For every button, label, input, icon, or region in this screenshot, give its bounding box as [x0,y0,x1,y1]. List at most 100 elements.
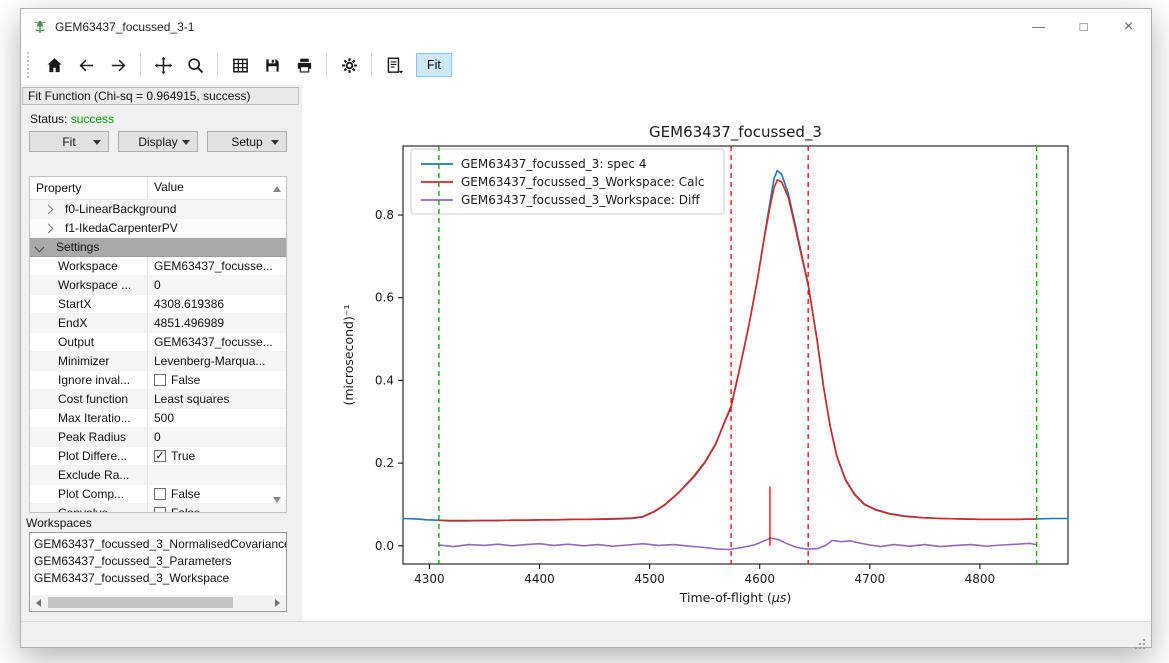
property-value: 4308.619386 [154,297,224,311]
save-button[interactable] [257,50,287,80]
property-name: Max Iteratio... [30,411,147,425]
plot-panel: 4300440045004600470048000.00.20.40.60.8G… [302,85,1151,622]
property-row[interactable]: Plot Comp...False [30,485,286,504]
back-arrow-button[interactable] [71,50,101,80]
property-value-cell: False [147,504,286,513]
print-icon [295,56,314,75]
x-tick-label: 4600 [744,572,775,586]
scroll-up-icon[interactable] [273,186,281,192]
workspace-list-item[interactable]: GEM63437_focussed_3_Parameters [30,553,286,570]
series-line-0 [403,170,1068,521]
property-row[interactable]: Convolve ...False [30,504,286,513]
fit-window: GEM63437_focussed_3-1 — □ × Fit Fit Func… [20,8,1152,648]
titlebar[interactable]: GEM63437_focussed_3-1 — □ × [21,9,1151,45]
workspaces-list: GEM63437_focussed_3_NormalisedCovariance… [29,532,287,612]
property-value: 4851.496989 [154,316,224,330]
settings-gear-icon [340,56,359,75]
checkbox-checked-icon[interactable]: ✓ [154,450,166,462]
dropdown-label: Fit [62,135,75,149]
property-name: Workspace ... [30,278,147,292]
property-row[interactable]: Ignore inval... False [30,371,286,390]
resize-grip-icon[interactable] [1143,639,1145,641]
workspaces-hscrollbar[interactable] [31,595,285,610]
workspaces-label: Workspaces [26,516,92,530]
function-row[interactable]: f0-LinearBackground [30,200,286,219]
mantid-logo-icon [31,18,49,36]
minimize-button[interactable]: — [1016,9,1061,45]
function-name: f1-IkedaCarpenterPV [59,221,178,235]
property-row[interactable]: WorkspaceGEM63437_focusse... [30,257,286,276]
settings-section-row[interactable]: Settings [30,238,286,257]
property-row[interactable]: Cost functionLeast squares [30,390,286,409]
display-dropdown-button[interactable]: Display [118,131,198,152]
workspace-list-item[interactable]: GEM63437_focussed_3_NormalisedCovariance… [30,536,286,553]
home-button[interactable] [39,50,69,80]
property-value-cell: ✓True [147,447,286,465]
chevron-right-icon[interactable] [44,223,54,233]
settings-gear-button[interactable] [334,50,364,80]
property-table-scrollbar[interactable] [270,178,285,511]
property-value: False [171,487,200,501]
grid-button[interactable] [225,50,255,80]
scroll-left-icon[interactable] [36,599,41,607]
checkbox-unchecked-icon[interactable] [154,374,166,386]
property-row[interactable]: OutputGEM63437_focusse... [30,333,286,352]
toolbar-grip[interactable] [27,52,34,78]
property-row[interactable]: MinimizerLevenberg-Marqua... [30,352,286,371]
x-tick-label: 4500 [634,572,665,586]
fit-plot-canvas[interactable]: 4300440045004600470048000.00.20.40.60.8G… [302,85,1153,624]
setup-dropdown-button[interactable]: Setup [207,131,287,152]
property-name: Exclude Ra... [30,468,147,482]
property-row[interactable]: StartX4308.619386 [30,295,286,314]
workspace-list-item[interactable]: GEM63437_focussed_3_Workspace [30,570,286,587]
fit-toggle-button[interactable]: Fit [416,53,452,77]
scroll-down-icon[interactable] [273,497,281,503]
value-column-header: Value [147,177,286,199]
property-row[interactable]: EndX4851.496989 [30,314,286,333]
chevron-right-icon[interactable] [44,204,54,214]
property-value: Levenberg-Marqua... [154,354,265,368]
property-name: Workspace [30,259,147,273]
hscroll-thumb[interactable] [48,597,233,608]
toolbar-separator [326,53,327,77]
main-area: Fit Function (Chi-sq = 0.964915, success… [21,85,1151,622]
property-value: Least squares [154,392,229,406]
property-row[interactable]: Max Iteratio...500 [30,409,286,428]
toolbar-separator [217,53,218,77]
close-button[interactable]: × [1106,9,1151,45]
scroll-right-icon[interactable] [275,599,280,607]
series-line-1 [439,180,1037,521]
property-value-cell: 500 [147,409,286,427]
status-label: Status: [30,112,67,126]
zoom-button[interactable] [180,50,210,80]
generate-script-button[interactable] [379,50,409,80]
function-name: f0-LinearBackground [59,202,176,216]
property-row[interactable]: Workspace ...0 [30,276,286,295]
fit-function-dock: Fit Function (Chi-sq = 0.964915, success… [21,85,302,622]
forward-arrow-button[interactable] [103,50,133,80]
checkbox-unchecked-icon[interactable] [154,488,166,500]
dropdown-caret-icon [182,140,190,145]
y-tick-label: 0.6 [375,291,394,305]
y-tick-label: 0.4 [375,373,394,387]
fit-dropdown-button[interactable]: Fit [29,131,109,152]
chevron-down-icon[interactable] [35,242,45,252]
pan-button[interactable] [148,50,178,80]
function-row[interactable]: f1-IkedaCarpenterPV [30,219,286,238]
property-row[interactable]: Peak Radius0 [30,428,286,447]
checkbox-unchecked-icon[interactable] [154,507,166,513]
property-row[interactable]: Plot Differe...✓True [30,447,286,466]
property-column-header: Property [30,181,147,195]
maximize-button[interactable]: □ [1061,9,1106,45]
property-value-cell: 0 [147,428,286,446]
property-row[interactable]: Exclude Ra... [30,466,286,485]
print-button[interactable] [289,50,319,80]
y-tick-label: 0.2 [375,456,394,470]
x-tick-label: 4300 [414,572,445,586]
property-name: Output [30,335,147,349]
property-value-cell: Least squares [147,390,286,408]
property-value-cell: GEM63437_focusse... [147,257,286,275]
property-name: Ignore inval... [30,373,147,387]
property-value: False [171,373,200,387]
dock-title[interactable]: Fit Function (Chi-sq = 0.964915, success… [22,87,299,105]
